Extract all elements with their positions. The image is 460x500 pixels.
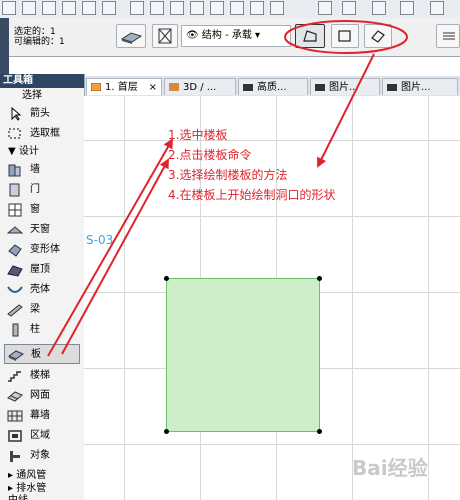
annotation-arrows — [47, 53, 375, 357]
watermark: Bai经验 — [352, 456, 428, 480]
arrow-to-step — [47, 138, 173, 357]
arrow-from-methods — [317, 53, 375, 168]
arrow-to-slab-tool — [61, 158, 169, 355]
